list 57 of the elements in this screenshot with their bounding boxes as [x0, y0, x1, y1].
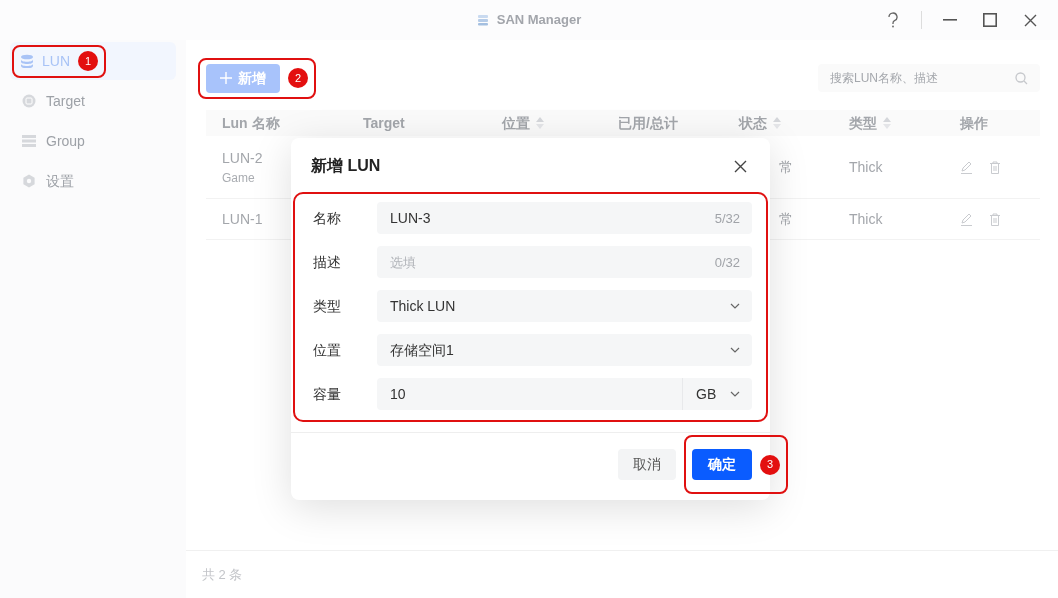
sort-icon [883, 117, 891, 129]
maximize-icon [983, 13, 997, 27]
cancel-button[interactable]: 取消 [618, 449, 676, 480]
chevron-down-icon [730, 303, 740, 309]
sidebar-label: LUN [42, 51, 70, 71]
search-icon [1015, 72, 1028, 85]
sidebar-item[interactable]: LUN 1 [10, 42, 176, 80]
char-counter: 0/32 [714, 254, 740, 272]
lun-name: LUN-1 [222, 209, 263, 229]
confirm-button[interactable]: 确定 [692, 449, 752, 480]
total-count: 共 2 条 [202, 565, 243, 584]
plus-icon [220, 72, 232, 84]
field-label: 类型 [313, 296, 342, 316]
database-icon [20, 54, 34, 68]
close-icon [1023, 13, 1037, 27]
sidebar-label: 设置 [46, 171, 74, 191]
unit-select[interactable]: GB [682, 378, 752, 410]
column-header: 操作 [960, 113, 988, 133]
app-icon [476, 14, 489, 26]
field-label: 描述 [313, 252, 342, 272]
sidebar-item[interactable]: Group [10, 122, 176, 160]
sort-icon [773, 117, 781, 129]
search-field[interactable]: 搜索LUN名称、描述 [818, 64, 1040, 92]
field-label: 名称 [313, 208, 342, 228]
step-badge: 2 [288, 68, 308, 88]
type-text: Thick [849, 210, 883, 227]
sidebar-item[interactable]: 设置 [10, 162, 176, 200]
lun-name: LUN-2 [222, 148, 263, 168]
window-title: SAN Manager [496, 11, 582, 30]
chevron-down-icon [730, 347, 740, 353]
select-field[interactable]: 存储空间1 [377, 334, 752, 366]
field-label: 位置 [313, 340, 342, 360]
settings-icon [22, 174, 36, 188]
status-text: 常 [779, 210, 793, 227]
sidebar-item[interactable]: Target [10, 82, 176, 120]
step-badge: 1 [78, 51, 98, 71]
char-counter: 5/32 [714, 210, 740, 228]
help-icon [887, 12, 899, 28]
field-label: 容量 [313, 384, 342, 404]
step-badge: 3 [760, 454, 780, 475]
column-header: Target [363, 113, 405, 133]
close-icon [733, 159, 747, 173]
sidebar-label: Target [46, 91, 85, 111]
number-field[interactable]: 10 [377, 378, 682, 410]
minimize-icon [943, 19, 957, 21]
dialog-title: 新增 LUN [311, 156, 381, 176]
column-header: 已用/总计 [618, 113, 678, 133]
lun-description: Game [222, 169, 255, 187]
column-header: Lun 名称 [222, 113, 280, 133]
sort-icon [536, 117, 544, 129]
sidebar-label: Group [46, 131, 85, 151]
status-text: 常 [779, 158, 793, 175]
type-text: Thick [849, 158, 883, 175]
list-icon [22, 134, 36, 148]
target-icon [22, 94, 36, 108]
chevron-down-icon [730, 391, 740, 397]
select-field[interactable]: Thick LUN [377, 290, 752, 322]
